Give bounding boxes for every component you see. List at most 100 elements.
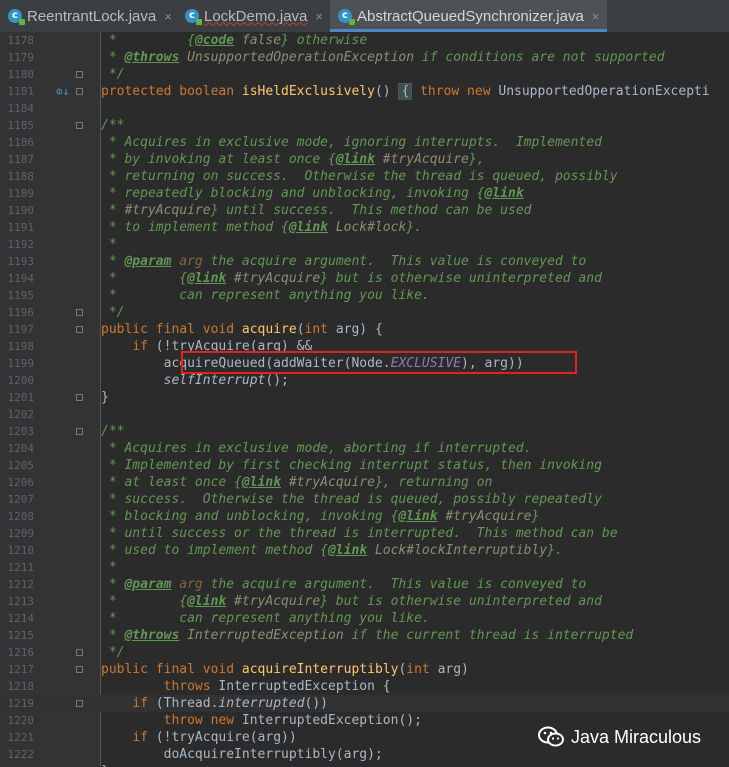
code-line[interactable]: 1187 * by invoking at least once {@link … xyxy=(0,151,729,168)
code-editor[interactable]: 1178 * {@code false} otherwise 1179 * @th… xyxy=(0,32,729,767)
fold-marker-icon[interactable] xyxy=(76,649,83,656)
code-line[interactable]: 1211 * xyxy=(0,559,729,576)
code-line[interactable]: 1209 * until success or the thread is in… xyxy=(0,525,729,542)
line-number: 1213 xyxy=(7,595,35,608)
editor-tab[interactable]: c LockDemo.java × xyxy=(177,0,328,32)
fold-marker-icon[interactable] xyxy=(76,700,83,707)
code-line[interactable]: 1214 * can represent anything you like. xyxy=(0,610,729,627)
code-token: isHeldExclusively xyxy=(241,84,375,99)
line-number: 1189 xyxy=(7,187,35,200)
line-number: 1215 xyxy=(7,629,35,642)
code-line[interactable]: 1205 * Implemented by first checking int… xyxy=(0,457,729,474)
code-line[interactable]: 1184 xyxy=(0,100,729,117)
line-number: 1202 xyxy=(7,408,35,421)
code-token: * until success or the thread is interru… xyxy=(101,526,618,541)
code-token: #tryAcquire xyxy=(226,594,321,609)
code-line[interactable]: 1179 * @throws UnsupportedOperationExcep… xyxy=(0,49,729,66)
code-line[interactable]: 1204 * Acquires in exclusive mode, abort… xyxy=(0,440,729,457)
code-token: int xyxy=(406,662,438,677)
code-line[interactable]: 1201} xyxy=(0,389,729,406)
code-line[interactable]: 1196 */ xyxy=(0,304,729,321)
code-token: * Acquires in exclusive mode, aborting i… xyxy=(101,441,532,456)
code-token: ( xyxy=(296,322,305,337)
code-line[interactable]: 1206 * at least once {@link #tryAcquire}… xyxy=(0,474,729,491)
tab-label: AbstractQueuedSynchronizer.java xyxy=(357,7,584,25)
line-number: 1220 xyxy=(7,714,35,727)
fold-marker-icon[interactable] xyxy=(76,666,83,673)
editor-tab[interactable]: c ReentrantLock.java × xyxy=(0,0,175,32)
wechat-icon xyxy=(537,726,565,748)
code-line[interactable]: 1200 selfInterrupt(); xyxy=(0,372,729,389)
code-text: * @throws InterruptedException if the cu… xyxy=(101,627,633,644)
code-line[interactable]: 1218 throws InterruptedException { xyxy=(0,678,729,695)
code-text: protected boolean isHeldExclusively() { … xyxy=(101,83,710,100)
code-line[interactable]: 1185 /** xyxy=(0,117,729,134)
code-line[interactable]: 1180 */ xyxy=(0,66,729,83)
code-line[interactable]: 1217 public final void acquireInterruptib… xyxy=(0,661,729,678)
code-line[interactable]: 1213 * {@link #tryAcquire} but is otherw… xyxy=(0,593,729,610)
code-line[interactable]: 1193 * @param arg the acquire argument. … xyxy=(0,253,729,270)
code-token: * { xyxy=(101,594,188,609)
code-line[interactable]: 1178 * {@code false} otherwise xyxy=(0,32,729,49)
code-line[interactable]: 1215 * @throws InterruptedException if t… xyxy=(0,627,729,644)
code-text: * used to implement method {@link Lock#l… xyxy=(101,542,563,559)
code-token: interrupted xyxy=(218,696,305,711)
code-line[interactable]: 1212 * @param arg the acquire argument. … xyxy=(0,576,729,593)
editor-tab-bar: c ReentrantLock.java × c LockDemo.java × c Abst… xyxy=(0,0,729,33)
code-token: * repeatedly blocking and unblocking, in… xyxy=(101,186,485,201)
code-line[interactable]: 1210 * used to implement method {@link L… xyxy=(0,542,729,559)
code-text: * repeatedly blocking and unblocking, in… xyxy=(101,185,524,202)
code-line[interactable]: 1202 xyxy=(0,406,729,423)
code-line[interactable]: 1181 ⊙↓ protected boolean isHeldExclusivel… xyxy=(0,83,729,100)
fold-marker-icon[interactable] xyxy=(76,428,83,435)
code-line[interactable]: 1195 * can represent anything you like. xyxy=(0,287,729,304)
fold-marker-icon[interactable] xyxy=(76,88,83,95)
fold-marker-icon[interactable] xyxy=(76,71,83,78)
line-number: 1187 xyxy=(7,153,35,166)
code-token: selfInterrupt xyxy=(163,373,266,388)
code-line[interactable]: 1216 */ xyxy=(0,644,729,661)
code-token: @link xyxy=(288,220,328,235)
code-line[interactable]: 1186 * Acquires in exclusive mode, ignor… xyxy=(0,134,729,151)
line-number: 1178 xyxy=(7,34,35,47)
line-number: 1221 xyxy=(7,731,35,744)
code-text: * can represent anything you like. xyxy=(101,610,430,627)
fold-marker-icon[interactable] xyxy=(76,122,83,129)
code-line[interactable]: 1194 * {@link #tryAcquire} but is otherw… xyxy=(0,270,729,287)
code-text: */ xyxy=(101,66,125,83)
code-token: () xyxy=(374,84,399,99)
code-line[interactable]: 1191 * to implement method {@link Lock#l… xyxy=(0,219,729,236)
code-text: doAcquireInterruptibly(arg); xyxy=(101,746,383,763)
tab-close-icon[interactable]: × xyxy=(315,9,323,24)
code-text: * xyxy=(101,559,117,576)
fold-marker-icon[interactable] xyxy=(76,326,83,333)
code-text: * Acquires in exclusive mode, ignoring i… xyxy=(101,134,602,151)
editor-tab[interactable]: c AbstractQueuedSynchronizer.java × xyxy=(330,0,607,32)
fold-marker-icon[interactable] xyxy=(76,309,83,316)
code-line[interactable]: 1219 if (Thread.interrupted()) xyxy=(0,695,729,712)
line-number: 1206 xyxy=(7,476,35,489)
code-line[interactable]: 1189 * repeatedly blocking and unblockin… xyxy=(0,185,729,202)
line-number: 1205 xyxy=(7,459,35,472)
code-token: @throws xyxy=(124,50,180,65)
code-token: #tryAcquire xyxy=(226,271,321,286)
code-token: * xyxy=(101,33,125,48)
code-line[interactable]: } xyxy=(0,763,729,767)
code-token: * blocking and unblocking, invoking { xyxy=(101,509,399,524)
tab-close-icon[interactable]: × xyxy=(592,9,600,24)
code-token: * can represent anything you like. xyxy=(101,288,430,303)
code-token: public final void xyxy=(101,322,242,337)
code-line[interactable]: 1208 * blocking and unblocking, invoking… xyxy=(0,508,729,525)
code-line[interactable]: 1203 /** xyxy=(0,423,729,440)
implemented-method-icon[interactable]: ⊙↓ xyxy=(56,83,69,100)
code-token: /** xyxy=(101,118,125,133)
code-text: * to implement method {@link Lock#lock}. xyxy=(101,219,422,236)
fold-marker-icon[interactable] xyxy=(76,394,83,401)
code-token: @param xyxy=(124,577,172,592)
code-line[interactable]: 1190 * #tryAcquire} until success. This … xyxy=(0,202,729,219)
code-line[interactable]: 1192 * xyxy=(0,236,729,253)
code-line[interactable]: 1188 * returning on success. Otherwise t… xyxy=(0,168,729,185)
code-line[interactable]: 1207 * success. Otherwise the thread is … xyxy=(0,491,729,508)
code-line[interactable]: 1197 public final void acquire(int arg) { xyxy=(0,321,729,338)
tab-close-icon[interactable]: × xyxy=(164,9,172,24)
